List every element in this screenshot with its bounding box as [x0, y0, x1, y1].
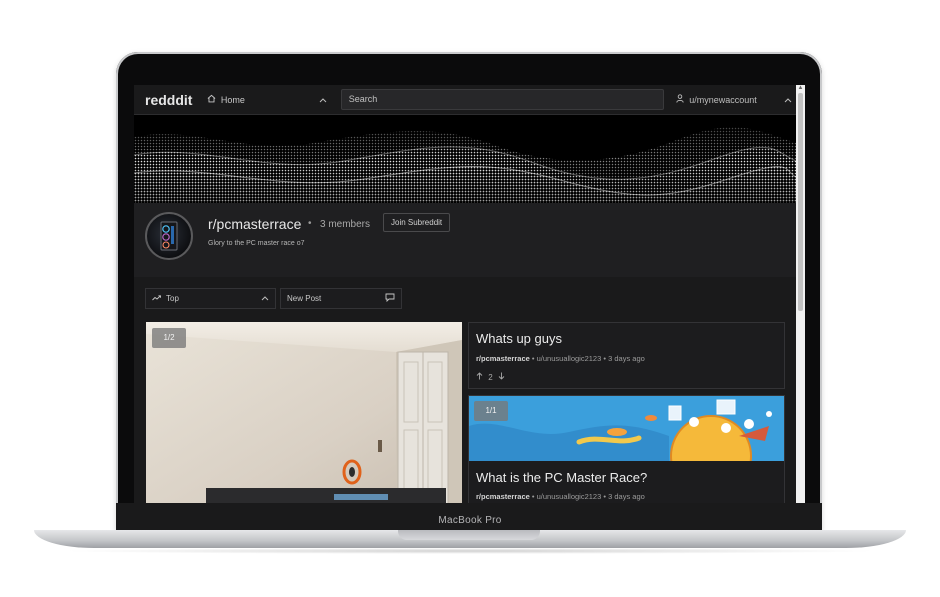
laptop-notch [398, 530, 540, 540]
top-navbar: redddit Home Search u/mynewaccount [134, 85, 796, 115]
home-dropdown[interactable]: Home [207, 85, 331, 114]
upvote-icon[interactable] [476, 372, 485, 382]
text-post-card[interactable]: Whats up guys r/pcmasterrace • u/unusual… [468, 322, 785, 389]
post-timestamp: 3 days ago [608, 354, 645, 363]
page-scrollbar[interactable]: ▲ [796, 85, 805, 503]
home-icon [207, 94, 216, 105]
meta-separator: • [603, 492, 606, 501]
meta-separator: • [531, 492, 535, 501]
new-post-label: New Post [287, 294, 322, 303]
subreddit-name: r/pcmasterrace [208, 216, 302, 232]
join-subreddit-button[interactable]: Join Subreddit [383, 213, 451, 232]
image-post-card[interactable]: 1/1 What is the PC Master Race? r/pcmast… [468, 395, 785, 503]
user-icon [676, 94, 684, 105]
subreddit-banner [134, 115, 796, 203]
site-logo[interactable]: redddit [145, 92, 195, 108]
scroll-up-arrow[interactable]: ▲ [797, 85, 804, 92]
post-meta: r/pcmasterrace • u/unusuallogic2123 • 3 … [476, 354, 645, 363]
post-subreddit-link[interactable]: r/pcmasterrace [476, 492, 530, 501]
post-thumbnail[interactable]: 1/1 [469, 396, 784, 461]
search-input[interactable]: Search [340, 89, 665, 110]
image-post[interactable]: 1/2 [146, 322, 462, 503]
chevron-up-icon [784, 95, 792, 105]
new-post-button[interactable]: New Post [280, 288, 402, 309]
downvote-icon[interactable] [498, 372, 505, 382]
browser-viewport: redddit Home Search u/mynewaccount r/pcm… [134, 85, 805, 503]
separator-dot: • [308, 218, 312, 229]
post-meta: r/pcmasterrace • u/unusuallogic2123 • 3 … [476, 492, 645, 501]
post-title[interactable]: What is the PC Master Race? [476, 470, 647, 485]
sort-dropdown[interactable]: Top [145, 288, 276, 309]
post-title[interactable]: Whats up guys [476, 331, 562, 346]
laptop-shadow [60, 548, 880, 554]
post-author-link[interactable]: u/unusuallogic2123 [537, 354, 602, 363]
chevron-up-icon [261, 294, 269, 303]
home-dropdown-label: Home [220, 94, 245, 105]
vote-controls: 2 [476, 372, 505, 382]
image-counter-badge: 1/1 [474, 401, 508, 421]
post-timestamp: 3 days ago [608, 492, 645, 501]
sort-dropdown-label: Top [166, 294, 179, 303]
post-author-link[interactable]: u/unusuallogic2123 [537, 492, 602, 501]
subreddit-description: Glory to the PC master race o7 [208, 240, 305, 247]
member-count: 3 members [320, 219, 371, 230]
image-counter-badge: 1/2 [152, 328, 186, 348]
laptop-model-label: MacBook Pro [438, 515, 502, 526]
post-subreddit-link[interactable]: r/pcmasterrace [476, 354, 530, 363]
user-dropdown[interactable]: u/mynewaccount [676, 94, 796, 105]
user-dropdown-label: u/mynewaccount [689, 94, 757, 105]
trending-icon [152, 294, 161, 303]
scrollbar-thumb[interactable] [798, 93, 803, 311]
subreddit-header: r/pcmasterrace • 3 members Join Subreddi… [134, 203, 796, 277]
chevron-up-icon [319, 95, 327, 105]
comment-icon [385, 293, 395, 304]
vote-score: 2 [488, 373, 493, 382]
subreddit-avatar [145, 212, 193, 260]
meta-separator: • [603, 354, 606, 363]
meta-separator: • [531, 354, 535, 363]
